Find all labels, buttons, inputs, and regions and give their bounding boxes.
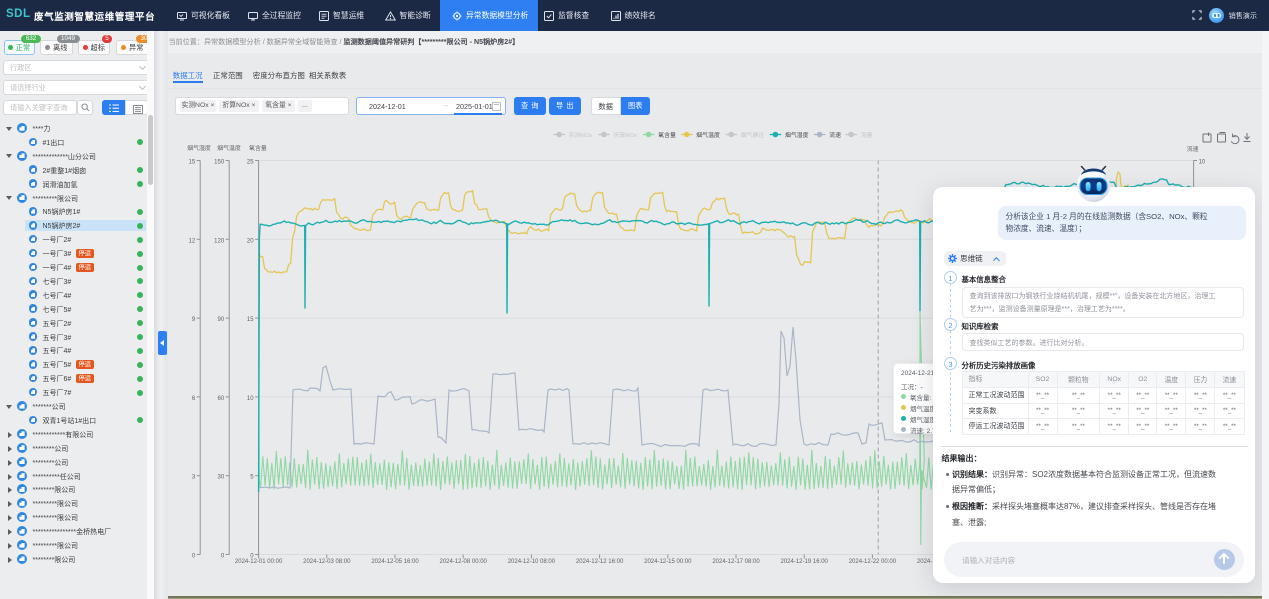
svg-text:流速: 流速 bbox=[829, 131, 841, 139]
svg-text:2024-12-05 16:00: 2024-12-05 16:00 bbox=[371, 559, 419, 565]
svg-text:60: 60 bbox=[218, 396, 225, 402]
svg-text:120: 120 bbox=[214, 238, 225, 244]
svg-text:2024-12-22 00:00: 2024-12-22 00:00 bbox=[849, 559, 897, 565]
svg-text:2024-12-19 16:00: 2024-12-19 16:00 bbox=[781, 559, 829, 565]
svg-text:2024-12-15 00:00: 2024-12-15 00:00 bbox=[644, 559, 692, 565]
svg-text:12: 12 bbox=[189, 238, 196, 244]
svg-text:10: 10 bbox=[1199, 160, 1206, 166]
svg-text:25: 25 bbox=[247, 160, 254, 166]
svg-text:2024-12-17 08:00: 2024-12-17 08:00 bbox=[712, 559, 760, 565]
svg-text:6: 6 bbox=[192, 396, 196, 402]
svg-text:0: 0 bbox=[221, 554, 225, 560]
svg-text:烟气湿度: 烟气湿度 bbox=[187, 144, 211, 152]
svg-text:氧含量: 氧含量 bbox=[658, 131, 676, 139]
svg-text:90: 90 bbox=[218, 317, 225, 323]
svg-text:烟气温度: 烟气温度 bbox=[696, 131, 720, 139]
svg-text:0: 0 bbox=[192, 554, 196, 560]
svg-text:2024-12-01 00:00: 2024-12-01 00:00 bbox=[235, 559, 283, 565]
svg-text:2024-12-10 08:00: 2024-12-10 08:00 bbox=[508, 559, 556, 565]
svg-text:150: 150 bbox=[214, 160, 225, 166]
svg-text:实测NOx: 实测NOx bbox=[569, 131, 593, 139]
svg-text:3: 3 bbox=[192, 475, 196, 481]
svg-text:烟气温度: 烟气温度 bbox=[217, 144, 241, 152]
svg-text:烟气湿度: 烟气湿度 bbox=[785, 131, 809, 139]
svg-text:折算NOx: 折算NOx bbox=[614, 131, 638, 139]
svg-text:15: 15 bbox=[247, 317, 254, 323]
svg-text:30: 30 bbox=[218, 475, 225, 481]
svg-text:2024-12-12 16:00: 2024-12-12 16:00 bbox=[576, 559, 624, 565]
svg-text:2024-12-08 00:00: 2024-12-08 00:00 bbox=[440, 559, 488, 565]
svg-text:15: 15 bbox=[189, 160, 196, 166]
svg-text:氧含量: 氧含量 bbox=[249, 144, 267, 152]
svg-text:20: 20 bbox=[247, 238, 254, 244]
svg-text:2024-12-03 08:00: 2024-12-03 08:00 bbox=[303, 559, 351, 565]
svg-text:5: 5 bbox=[250, 475, 254, 481]
svg-text:10: 10 bbox=[247, 396, 254, 402]
svg-text:流速: 流速 bbox=[1187, 145, 1199, 153]
svg-text:9: 9 bbox=[192, 317, 196, 323]
svg-text:流量: 流量 bbox=[861, 131, 873, 139]
svg-text:烟气静压: 烟气静压 bbox=[741, 131, 765, 139]
